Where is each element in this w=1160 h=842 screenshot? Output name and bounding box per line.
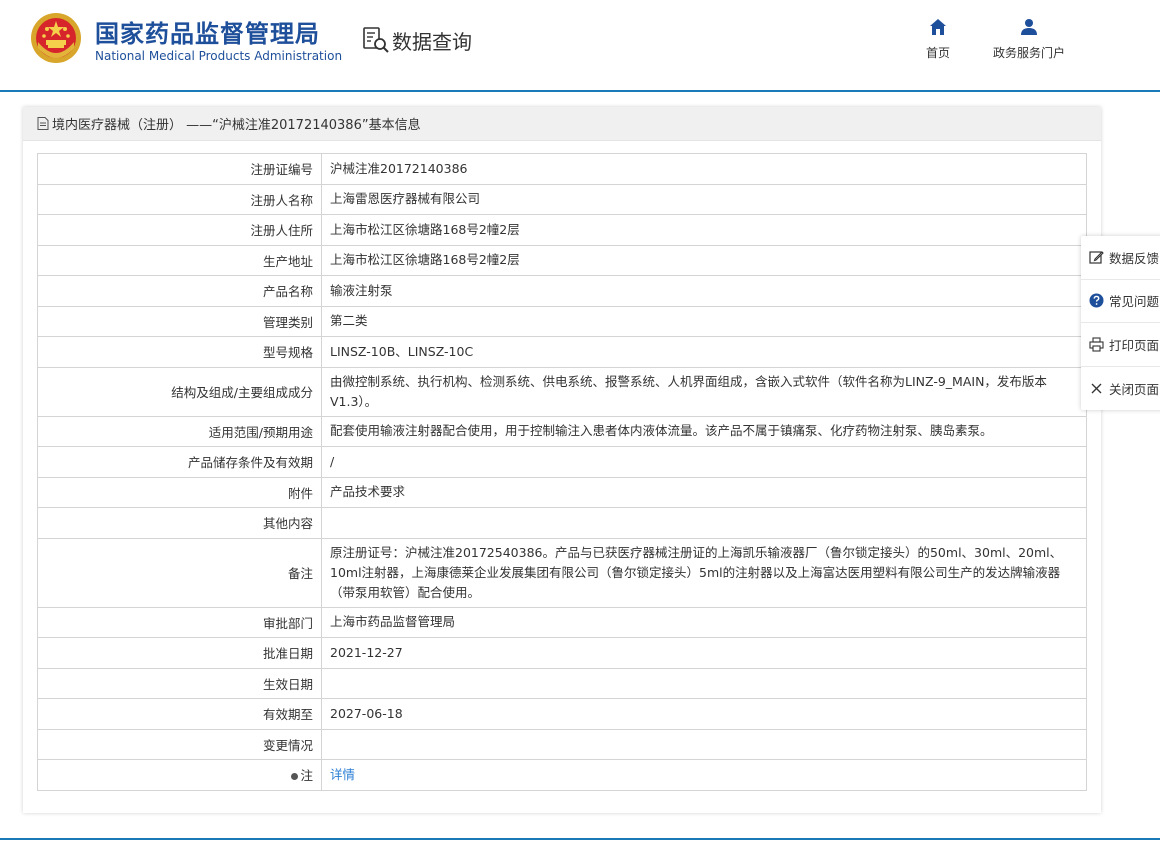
row-label: 生效日期 — [37, 667, 322, 699]
data-query[interactable]: 数据查询 — [362, 26, 472, 54]
row-value: 由微控制系统、执行机构、检测系统、供电系统、报警系统、人机界面组成，含嵌入式软件… — [321, 366, 1087, 417]
row-label: 审批部门 — [37, 606, 322, 638]
table-row: 生效日期 — [37, 667, 1087, 699]
row-label: 适用范围/预期用途 — [37, 415, 322, 447]
row-label: 注 — [300, 768, 313, 784]
row-label: 有效期至 — [37, 698, 322, 730]
panel-title: 境内医疗器械（注册） ——“沪械注准20172140386”基本信息 — [52, 118, 421, 133]
table-row: 附件 产品技术要求 — [37, 476, 1087, 508]
row-value: 上海市药品监督管理局 — [321, 606, 1087, 638]
table-row: 适用范围/预期用途 配套使用输液注射器配合使用，用于控制输注入患者体内液体流量。… — [37, 415, 1087, 447]
table-row: 注册证编号 沪械注准20172140386 — [37, 153, 1087, 185]
row-label: 备注 — [37, 537, 322, 608]
table-row: 其他内容 — [37, 507, 1087, 539]
row-value: 详情 — [321, 759, 1087, 791]
row-value: 上海雷恩医疗器械有限公司 — [321, 183, 1087, 215]
close-page-button[interactable]: 关闭页面 — [1081, 367, 1160, 411]
footer-divider — [0, 838, 1160, 840]
printer-icon — [1089, 337, 1104, 352]
row-label: 变更情况 — [37, 728, 322, 760]
table-row: 注册人住所 上海市松江区徐塘路168号2幢2层 — [37, 214, 1087, 246]
row-value: 原注册证号：沪械注准20172540386。产品与已获医疗器械注册证的上海凯乐输… — [321, 537, 1087, 608]
row-value: 上海市松江区徐塘路168号2幢2层 — [321, 214, 1087, 246]
row-label: 其他内容 — [37, 507, 322, 539]
nav-gov-portal[interactable]: 政务服务门户 — [989, 18, 1069, 61]
row-value — [321, 507, 1087, 539]
table-row: 审批部门 上海市药品监督管理局 — [37, 606, 1087, 638]
feedback-button[interactable]: 数据反馈 — [1081, 236, 1160, 280]
home-icon — [930, 19, 946, 35]
national-emblem-icon — [31, 13, 81, 63]
table-row: 管理类别 第二类 — [37, 305, 1087, 337]
table-row: 注 详情 — [37, 759, 1087, 791]
data-query-label: 数据查询 — [392, 29, 472, 54]
faq-label: 常见问题 — [1109, 294, 1160, 310]
table-row: 产品储存条件及有效期 / — [37, 446, 1087, 478]
nav-home-label: 首页 — [925, 46, 950, 60]
row-label: 注册人名称 — [37, 183, 322, 215]
row-value: 第二类 — [321, 305, 1087, 337]
info-table: 注册证编号 沪械注准20172140386 注册人名称 上海雷恩医疗器械有限公司… — [37, 153, 1087, 791]
close-icon — [1091, 383, 1102, 394]
row-value: 上海市松江区徐塘路168号2幢2层 — [321, 244, 1087, 276]
print-button[interactable]: 打印页面 — [1081, 323, 1160, 367]
user-icon — [1021, 19, 1037, 35]
row-value — [321, 667, 1087, 699]
panel-header: 境内医疗器械（注册） ——“沪械注准20172140386”基本信息 — [23, 107, 1101, 141]
row-value: 沪械注准20172140386 — [321, 153, 1087, 185]
faq-button[interactable]: 常见问题 — [1081, 280, 1160, 323]
table-row: 产品名称 输液注射泵 — [37, 275, 1087, 307]
row-value: / — [321, 446, 1087, 478]
org-name-en: National Medical Products Administration — [95, 49, 343, 63]
edit-icon — [1089, 250, 1104, 264]
row-label: 附件 — [37, 476, 322, 508]
document-icon — [37, 117, 49, 130]
close-page-label: 关闭页面 — [1109, 381, 1160, 397]
row-label: 结构及组成/主要组成成分 — [37, 366, 322, 417]
row-label: 型号规格 — [37, 336, 322, 368]
row-value: 产品技术要求 — [321, 476, 1087, 508]
table-row: 型号规格 LINSZ-10B、LINSZ-10C — [37, 336, 1087, 368]
header-divider — [0, 90, 1160, 92]
row-label: 产品储存条件及有效期 — [37, 446, 322, 478]
row-label: 注册证编号 — [37, 153, 322, 185]
info-panel: 境内医疗器械（注册） ——“沪械注准20172140386”基本信息 注册证编号… — [23, 107, 1101, 813]
row-value: 配套使用输液注射器配合使用，用于控制输注入患者体内液体流量。该产品不属于镇痛泵、… — [321, 415, 1087, 447]
row-value: 2027-06-18 — [321, 698, 1087, 730]
row-label: 批准日期 — [37, 637, 322, 669]
row-label: 管理类别 — [37, 305, 322, 337]
feedback-label: 数据反馈 — [1109, 250, 1160, 266]
table-row: 有效期至 2027-06-18 — [37, 698, 1087, 730]
nav-gov-portal-label: 政务服务门户 — [992, 46, 1065, 60]
table-row: 变更情况 — [37, 728, 1087, 760]
org-name-cn: 国家药品监督管理局 — [95, 20, 320, 48]
table-row: 结构及组成/主要组成成分 由微控制系统、执行机构、检测系统、供电系统、报警系统、… — [37, 366, 1087, 417]
document-search-icon — [363, 27, 389, 53]
floating-toolbar: 数据反馈 常见问题 打印页面 关闭页面 — [1081, 236, 1160, 410]
note-label-cell: 注 — [37, 759, 322, 791]
details-link[interactable]: 详情 — [330, 767, 355, 782]
row-label: 生产地址 — [37, 244, 322, 276]
row-label: 注册人住所 — [37, 214, 322, 246]
table-row: 生产地址 上海市松江区徐塘路168号2幢2层 — [37, 244, 1087, 276]
table-row: 注册人名称 上海雷恩医疗器械有限公司 — [37, 183, 1087, 215]
row-value: 输液注射泵 — [321, 275, 1087, 307]
question-icon — [1089, 293, 1104, 308]
nav-home[interactable]: 首页 — [921, 18, 955, 61]
table-row: 批准日期 2021-12-27 — [37, 637, 1087, 669]
print-label: 打印页面 — [1109, 337, 1160, 353]
row-label: 产品名称 — [37, 275, 322, 307]
row-value: LINSZ-10B、LINSZ-10C — [321, 336, 1087, 368]
row-value: 2021-12-27 — [321, 637, 1087, 669]
note-bullet-icon — [291, 773, 299, 781]
row-value — [321, 728, 1087, 760]
table-row: 备注 原注册证号：沪械注准20172540386。产品与已获医疗器械注册证的上海… — [37, 537, 1087, 608]
site-header: 国家药品监督管理局 National Medical Products Admi… — [0, 0, 1160, 92]
